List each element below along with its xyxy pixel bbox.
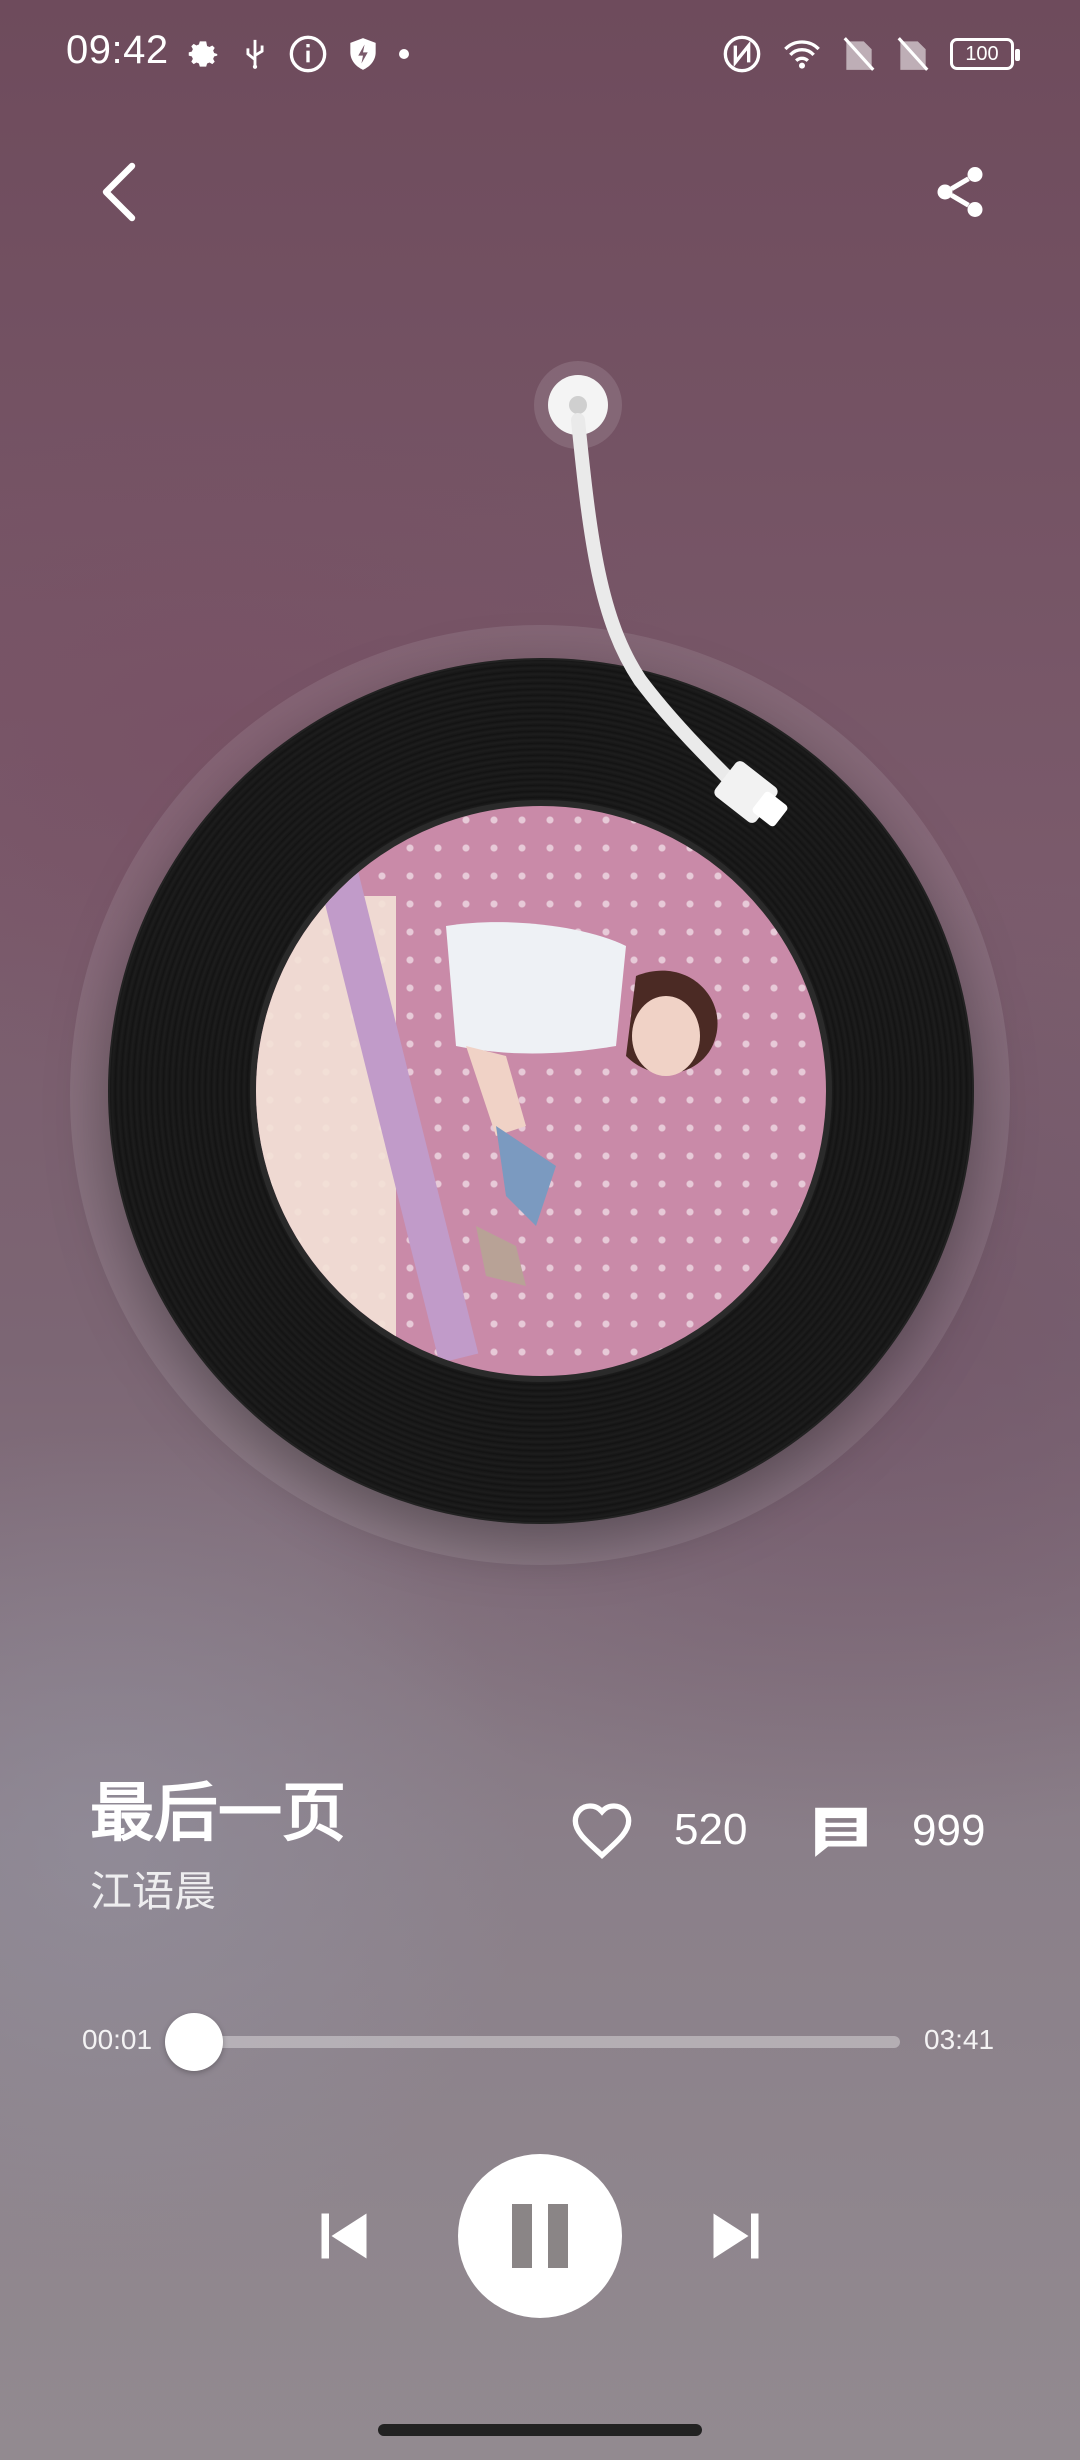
total-time: 03:41	[924, 2024, 995, 2055]
heart-icon	[572, 1803, 632, 1859]
previous-button[interactable]	[304, 2196, 384, 2276]
song-title: 最后一页	[90, 1777, 346, 1849]
comment-icon	[815, 1807, 867, 1857]
album-art-illustration	[256, 868, 718, 1364]
song-artist[interactable]: 江语晨	[90, 1858, 216, 1919]
chevron-left-icon	[102, 162, 136, 222]
dot-icon	[399, 49, 409, 59]
pause-icon	[512, 2204, 568, 2268]
nfc-icon	[723, 35, 761, 73]
battery-icon: 100	[950, 38, 1020, 70]
share-button[interactable]	[920, 152, 1000, 232]
skip-next-icon	[713, 2213, 759, 2259]
share-icon	[937, 167, 983, 217]
status-icons-left	[184, 34, 410, 74]
no-sim-icon	[843, 37, 875, 71]
tonearm	[534, 361, 788, 827]
comment-button[interactable]: 999	[810, 1800, 985, 1862]
shield-bolt-icon	[350, 38, 376, 70]
usb-icon	[246, 39, 264, 69]
status-icons-right: 100	[722, 34, 1020, 74]
progress-track[interactable]	[190, 2036, 900, 2048]
skip-previous-icon	[321, 2213, 367, 2259]
album-cover	[250, 800, 832, 1382]
like-button[interactable]: 520	[570, 1800, 747, 1860]
pause-button[interactable]	[458, 2154, 622, 2318]
progress-thumb[interactable]	[164, 2013, 223, 2071]
back-button[interactable]	[80, 152, 160, 232]
comment-count: 999	[912, 1806, 986, 1855]
current-time: 00:01	[82, 2024, 153, 2055]
info-icon	[289, 35, 327, 73]
no-sim-icon	[897, 37, 929, 71]
next-button[interactable]	[696, 2196, 776, 2276]
wifi-icon	[784, 40, 820, 69]
settings-icon	[188, 41, 218, 67]
battery-level: 100	[965, 42, 999, 65]
like-count: 520	[674, 1805, 748, 1854]
status-time: 09:42	[66, 28, 169, 72]
home-indicator[interactable]	[378, 2424, 702, 2436]
